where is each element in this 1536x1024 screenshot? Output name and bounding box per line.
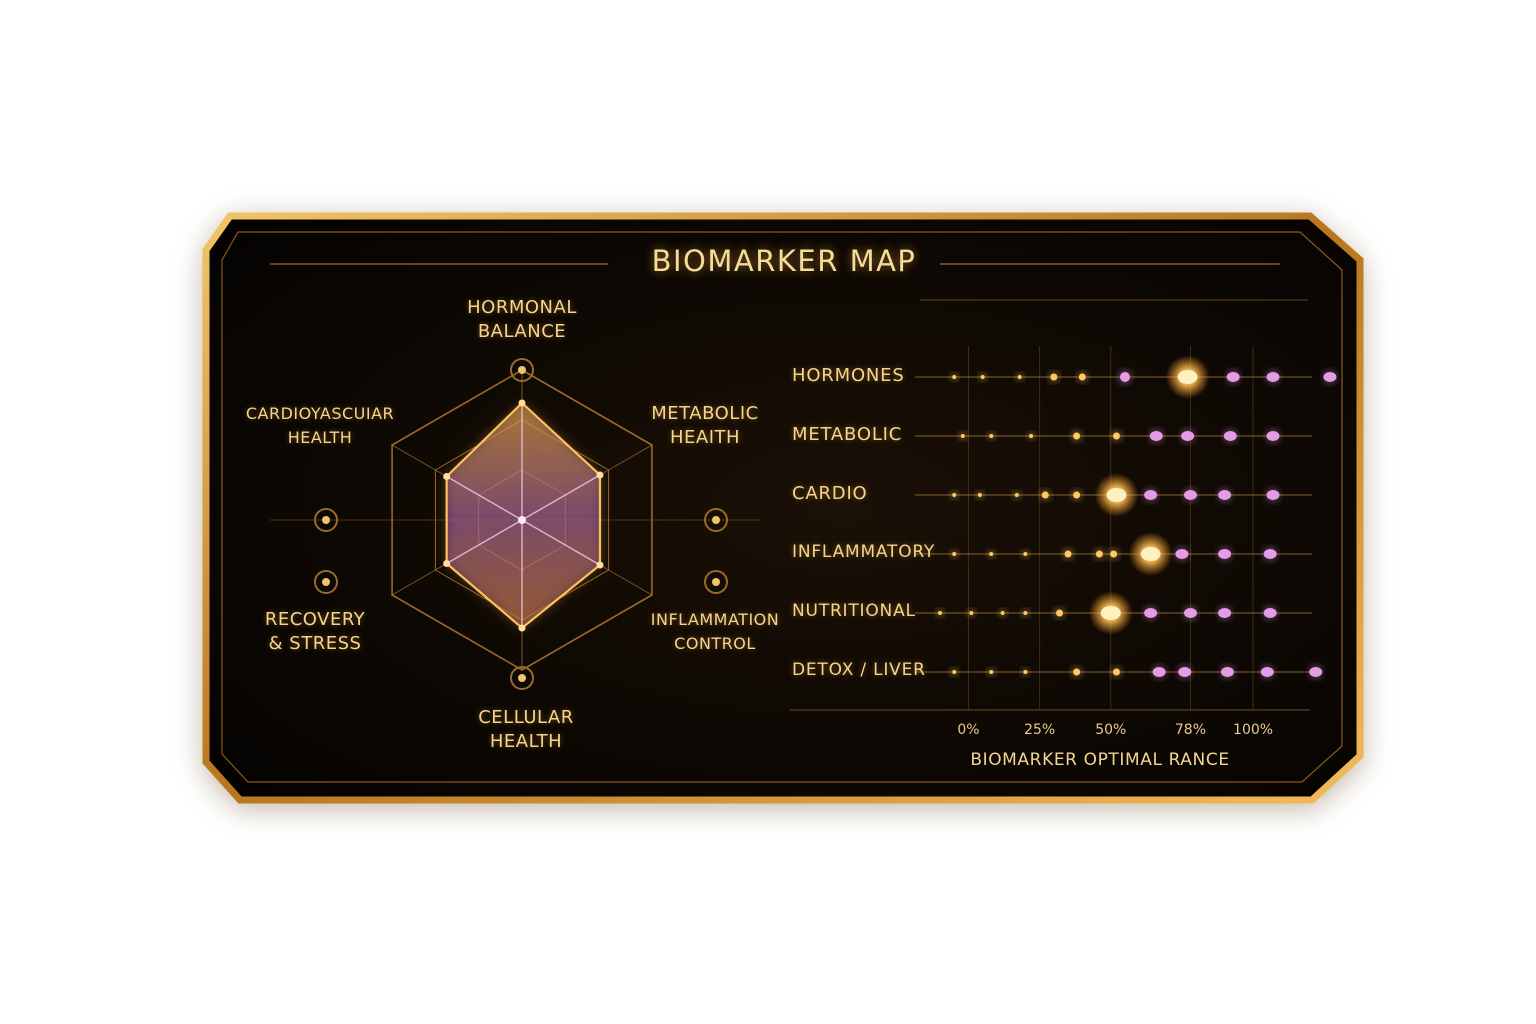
- row-0-point-5: [1120, 372, 1130, 382]
- row-2-point-2: [1014, 493, 1019, 497]
- row-5-point-7: [1220, 667, 1234, 677]
- row-3-point-2: [1023, 552, 1028, 556]
- row-2-point-6: [1144, 490, 1158, 500]
- radar-axis-label-2: INFLAMMATION CONTROL: [640, 608, 790, 656]
- row-2-point-7: [1183, 490, 1197, 500]
- row-1-point-4: [1112, 432, 1120, 440]
- row-3-point-8: [1218, 549, 1232, 559]
- row-5-point-2: [1023, 670, 1028, 674]
- row-4-point-1: [969, 611, 974, 615]
- x-tick-label-2: 50%: [1095, 722, 1127, 738]
- row-1-point-3: [1073, 432, 1081, 440]
- row-5-point-0: [952, 670, 957, 674]
- x-tick-label-0: 0%: [957, 722, 980, 738]
- radar-axis-label-4: RECOVERY & STRESS: [230, 608, 400, 656]
- row-2-point-9: [1266, 490, 1280, 500]
- radar-axis-label-line: RECOVERY: [264, 609, 366, 630]
- row-0-point-4: [1078, 373, 1086, 381]
- row-2-highlight-point: [1106, 488, 1127, 502]
- row-0-point-9: [1323, 372, 1337, 382]
- row-3-point-5: [1110, 550, 1118, 558]
- row-2-point-0: [952, 493, 957, 497]
- row-5-point-3: [1073, 668, 1081, 676]
- radar-axis-label-line: HEAITH: [669, 427, 741, 448]
- row-3-point-4: [1095, 550, 1103, 558]
- row-2-point-8: [1218, 490, 1232, 500]
- radar-axis-label-line: CELLULAR: [478, 707, 574, 728]
- row-3-point-7: [1175, 549, 1189, 559]
- row-4-point-7: [1183, 608, 1197, 618]
- row-4-point-6: [1144, 608, 1158, 618]
- panel-title: BIOMARKER MAP: [651, 244, 917, 278]
- radar-axis-label-line: HEALTH: [489, 731, 563, 752]
- row-1-point-7: [1223, 431, 1237, 441]
- row-1-point-8: [1266, 431, 1280, 441]
- row-4-point-4: [1056, 609, 1064, 617]
- row-4-point-2: [1000, 611, 1005, 615]
- row-4-point-8: [1218, 608, 1232, 618]
- row-3-point-0: [952, 552, 957, 556]
- row-0-point-7: [1226, 372, 1240, 382]
- row-5-point-1: [989, 670, 994, 674]
- radar-axis-label-line: CONTROL: [674, 634, 756, 653]
- radar-axis-label-line: CARDIOYASCUIAR: [245, 404, 395, 423]
- biomarker-panel: BIOMARKER MAP HORMONAL BALANCE METABOLIC HE…: [200, 210, 1368, 806]
- row-label-1: METABOLIC: [792, 424, 903, 445]
- radar-axis-label-line: INFLAMMATION: [650, 610, 780, 629]
- row-3-point-9: [1263, 549, 1277, 559]
- row-1-point-2: [1029, 434, 1034, 438]
- x-tick-label-3: 78%: [1174, 722, 1207, 738]
- x-axis-label: BIOMARKER OPTIMAL RANCE: [970, 750, 1230, 770]
- row-label-5: DETOX / LIVER: [792, 660, 926, 680]
- row-2-point-1: [977, 493, 982, 497]
- row-5-point-8: [1260, 667, 1274, 677]
- radar-axis-label-0: HORMONAL BALANCE: [432, 296, 612, 344]
- row-3-point-1: [989, 552, 994, 556]
- x-tick-label-1: 25%: [1024, 722, 1056, 738]
- row-1-point-5: [1149, 431, 1163, 441]
- radar-axis-label-line: METABOLIC: [651, 403, 759, 424]
- radar-axis-label-line: BALANCE: [477, 321, 567, 342]
- row-3-highlight-point: [1140, 547, 1161, 561]
- row-5-point-4: [1112, 668, 1120, 676]
- row-0-point-3: [1050, 373, 1058, 381]
- row-3-point-3: [1064, 550, 1072, 558]
- radar-axis-label-1: METABOLIC HEAITH: [630, 402, 780, 450]
- row-label-2: CARDIO: [792, 483, 868, 504]
- radar-axis-label-5: CARDIOYASCUIAR HEALTH: [220, 402, 420, 450]
- row-5-point-5: [1152, 667, 1166, 677]
- radar-axis-label-line: HEALTH: [287, 428, 353, 447]
- row-1-point-0: [960, 434, 965, 438]
- radar-axis-label-3: CELLULAR HEALTH: [436, 706, 616, 754]
- row-4-point-3: [1023, 611, 1028, 615]
- row-4-point-9: [1263, 608, 1277, 618]
- row-1-point-1: [989, 434, 994, 438]
- radar-axis-label-line: & STRESS: [268, 633, 362, 654]
- row-4-highlight-point: [1100, 606, 1121, 620]
- row-0-point-1: [980, 375, 985, 379]
- row-label-0: HORMONES: [792, 365, 905, 386]
- row-label-4: NUTRITIONAL: [792, 601, 916, 621]
- row-5-point-6: [1178, 667, 1192, 677]
- row-2-point-3: [1041, 491, 1049, 499]
- range-dot-chart: [790, 346, 1338, 711]
- x-tick-label-4: 100%: [1233, 722, 1274, 738]
- row-0-point-0: [952, 375, 957, 379]
- row-1-point-6: [1181, 431, 1195, 441]
- row-5-point-9: [1309, 667, 1323, 677]
- row-0-point-2: [1017, 375, 1022, 379]
- row-2-point-4: [1073, 491, 1081, 499]
- row-0-point-8: [1266, 372, 1280, 382]
- row-0-highlight-point: [1177, 370, 1198, 384]
- row-label-3: INFLAMMATORY: [792, 542, 936, 562]
- radar-axis-label-line: HORMONAL: [467, 297, 577, 318]
